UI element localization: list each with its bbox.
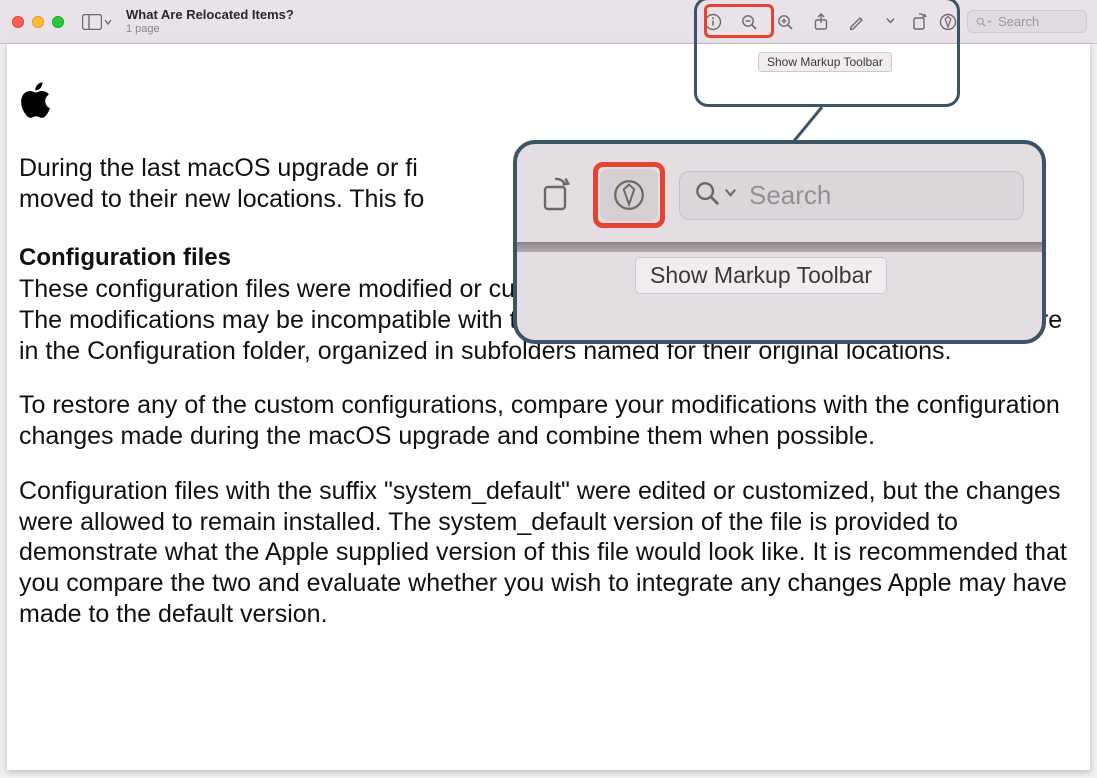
search-icon-zoom xyxy=(694,180,720,211)
markup-tooltip-zoom: Show Markup Toolbar xyxy=(635,257,887,294)
toolbar-center-tools xyxy=(704,13,897,31)
search-field-zoom[interactable] xyxy=(679,171,1024,220)
markup-tooltip-small: Show Markup Toolbar xyxy=(758,52,892,72)
window-zoom-button[interactable] xyxy=(52,16,64,28)
markup-icon[interactable] xyxy=(939,13,957,31)
config-paragraph-2: To restore any of the custom configurati… xyxy=(19,390,1078,452)
search-input[interactable] xyxy=(998,14,1078,29)
window-minimize-button[interactable] xyxy=(32,16,44,28)
document-page-count: 1 page xyxy=(126,23,294,35)
search-icon xyxy=(976,15,986,29)
zoom-out-icon[interactable] xyxy=(740,13,758,31)
share-icon[interactable] xyxy=(812,13,830,31)
sidebar-toggle-button[interactable] xyxy=(82,14,112,30)
highlight-icon[interactable] xyxy=(848,13,866,31)
window-close-button[interactable] xyxy=(12,16,24,28)
document-title: What Are Relocated Items? xyxy=(126,8,294,22)
apple-logo-icon xyxy=(19,80,1078,125)
chevron-down-icon-zoom xyxy=(724,186,737,204)
document-title-block: What Are Relocated Items? 1 page xyxy=(126,8,294,34)
config-paragraph-3: Configuration files with the suffix "sys… xyxy=(19,476,1078,630)
annotation-callout-zoom: Show Markup Toolbar xyxy=(513,140,1046,344)
annotation-highlight-zoom xyxy=(593,162,665,228)
rotate-icon[interactable] xyxy=(911,13,929,31)
info-icon[interactable] xyxy=(704,13,722,31)
search-field[interactable] xyxy=(967,10,1087,33)
traffic-lights xyxy=(12,16,64,28)
search-input-zoom[interactable] xyxy=(749,180,1009,211)
toolbar-shadow xyxy=(517,242,1042,252)
window-toolbar: What Are Relocated Items? 1 page xyxy=(0,0,1097,44)
rotate-icon-zoom[interactable] xyxy=(535,173,579,217)
zoom-in-icon[interactable] xyxy=(776,13,794,31)
markup-icon-zoom[interactable] xyxy=(600,169,658,221)
toolbar-right-tools xyxy=(911,10,1087,33)
chevron-down-icon[interactable] xyxy=(884,16,897,28)
chevron-down-icon xyxy=(987,18,992,25)
